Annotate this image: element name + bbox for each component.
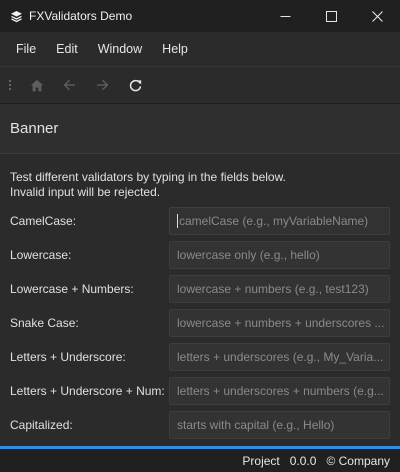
- validator-row-lowercase: Lowercase: lowercase only (e.g., hello): [10, 241, 390, 269]
- window-title: FXValidators Demo: [29, 9, 133, 23]
- instructions: Test different validators by typing in t…: [10, 170, 286, 200]
- status-project: Project: [242, 453, 280, 468]
- menu-edit[interactable]: Edit: [46, 32, 88, 66]
- lowercase-numbers-label: Lowercase + Numbers:: [10, 282, 134, 296]
- validator-row-capitalized: Capitalized: starts with capital (e.g., …: [10, 411, 390, 439]
- lowercase-numbers-placeholder: lowercase + numbers (e.g., test123): [177, 282, 369, 296]
- text-caret: [177, 214, 178, 228]
- banner: Banner: [0, 104, 400, 154]
- validators-panel: Test different validators by typing in t…: [0, 154, 400, 444]
- back-arrow-icon: [63, 79, 75, 91]
- capitalized-label: Capitalized:: [10, 418, 73, 432]
- layers-icon: [9, 9, 23, 23]
- letters-underscore-num-label: Letters + Underscore + Num:: [10, 384, 165, 398]
- instructions-line-2: Invalid input will be rejected.: [10, 185, 161, 199]
- status-version: 0.0.0: [289, 453, 317, 468]
- letters-underscore-input[interactable]: letters + underscores (e.g., My_Varia...: [169, 343, 390, 371]
- forward-arrow-icon: [97, 79, 109, 91]
- minimize-icon: [280, 15, 290, 17]
- lowercase-numbers-input[interactable]: lowercase + numbers (e.g., test123): [169, 275, 390, 303]
- maximize-icon: [325, 10, 337, 22]
- validator-row-letters-underscore: Letters + Underscore: letters + undersco…: [10, 343, 390, 371]
- capitalized-placeholder: starts with capital (e.g., Hello): [177, 418, 335, 432]
- letters-underscore-num-input[interactable]: letters + underscores + numbers (e.g...: [169, 377, 390, 405]
- validator-row-letters-underscore-num: Letters + Underscore + Num: letters + un…: [10, 377, 390, 405]
- status-bar: Project 0.0.0 © Company: [0, 449, 400, 472]
- close-button[interactable]: [354, 0, 400, 32]
- snake-case-input[interactable]: lowercase + numbers + underscores ...: [169, 309, 390, 337]
- validator-row-snake-case: Snake Case: lowercase + numbers + unders…: [10, 309, 390, 337]
- lowercase-label: Lowercase:: [10, 248, 72, 262]
- refresh-icon: [129, 79, 142, 91]
- maximize-button[interactable]: [308, 0, 354, 32]
- menu-window[interactable]: Window: [88, 32, 152, 66]
- minimize-button[interactable]: [262, 0, 308, 32]
- status-company: © Company: [326, 453, 390, 468]
- home-button[interactable]: [20, 70, 53, 100]
- letters-underscore-num-placeholder: letters + underscores + numbers (e.g...: [177, 384, 384, 398]
- camelcase-placeholder: camelCase (e.g., myVariableName): [179, 214, 369, 228]
- menu-bar: File Edit Window Help: [0, 32, 400, 66]
- close-icon: [371, 10, 383, 22]
- snake-case-label: Snake Case:: [10, 316, 79, 330]
- toolbar-grip-icon[interactable]: [3, 80, 17, 90]
- validator-row-camelcase: CamelCase: camelCase (e.g., myVariableNa…: [10, 207, 390, 235]
- camelcase-label: CamelCase:: [10, 214, 77, 228]
- capitalized-input[interactable]: starts with capital (e.g., Hello): [169, 411, 390, 439]
- lowercase-placeholder: lowercase only (e.g., hello): [177, 248, 320, 262]
- validator-row-lowercase-numbers: Lowercase + Numbers: lowercase + numbers…: [10, 275, 390, 303]
- home-icon: [30, 79, 43, 91]
- refresh-button[interactable]: [119, 70, 152, 100]
- snake-case-placeholder: lowercase + numbers + underscores ...: [177, 316, 385, 330]
- lowercase-input[interactable]: lowercase only (e.g., hello): [169, 241, 390, 269]
- letters-underscore-label: Letters + Underscore:: [10, 350, 126, 364]
- menu-file[interactable]: File: [6, 32, 46, 66]
- title-bar: FXValidators Demo: [0, 0, 400, 32]
- instructions-line-1: Test different validators by typing in t…: [10, 170, 286, 184]
- camelcase-input[interactable]: camelCase (e.g., myVariableName): [169, 207, 390, 235]
- forward-button[interactable]: [86, 70, 119, 100]
- menu-help[interactable]: Help: [152, 32, 198, 66]
- banner-title: Banner: [10, 120, 59, 137]
- back-button[interactable]: [53, 70, 86, 100]
- letters-underscore-placeholder: letters + underscores (e.g., My_Varia...: [177, 350, 384, 364]
- toolbar: [0, 66, 400, 104]
